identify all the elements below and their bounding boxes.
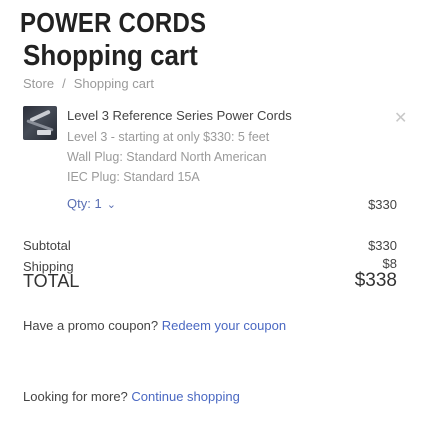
chevron-down-icon: ⌄: [103, 199, 116, 211]
cart-item-name[interactable]: Level 3 Reference Series Power Cords: [67, 108, 292, 123]
continue-shopping-line: Looking for more? Continue shopping: [23, 389, 240, 404]
more-text: Looking for more?: [23, 389, 128, 404]
breadcrumb-store-link[interactable]: Store: [23, 76, 54, 91]
subtotal-label: Subtotal: [23, 238, 71, 253]
promo-coupon-line: Have a promo coupon? Redeem your coupon: [23, 318, 286, 333]
cart-item-price: $330: [368, 197, 397, 212]
cart-page: POWER CORDS Shopping cart Store / Shopping…: [0, 0, 421, 442]
cart-item-detail: Wall Plug: Standard North American: [67, 150, 267, 164]
product-thumbnail[interactable]: [23, 106, 57, 140]
quantity-label: Qty: 1: [67, 196, 102, 211]
promo-text: Have a promo coupon?: [23, 318, 159, 333]
close-icon[interactable]: ✕: [394, 108, 407, 128]
breadcrumb-separator: /: [62, 76, 66, 91]
continue-shopping-link[interactable]: Continue shopping: [131, 389, 239, 404]
cart-item-detail: Level 3 - starting at only $330: 5 feet: [67, 130, 270, 144]
page-title: Shopping cart: [23, 38, 198, 72]
breadcrumb-current: Shopping cart: [73, 76, 154, 91]
quantity-selector[interactable]: Qty: 1 ⌄: [67, 196, 116, 211]
redeem-coupon-link[interactable]: Redeem your coupon: [162, 318, 286, 333]
breadcrumb: Store / Shopping cart: [23, 76, 154, 91]
subtotal-value: $330: [368, 238, 397, 253]
cart-item-detail: IEC Plug: Standard 15A: [67, 170, 200, 184]
brand-logo[interactable]: POWER CORDS: [20, 8, 206, 40]
total-value: $338: [354, 270, 397, 291]
total-label: TOTAL: [23, 271, 80, 291]
shipping-value: $8: [382, 256, 397, 271]
